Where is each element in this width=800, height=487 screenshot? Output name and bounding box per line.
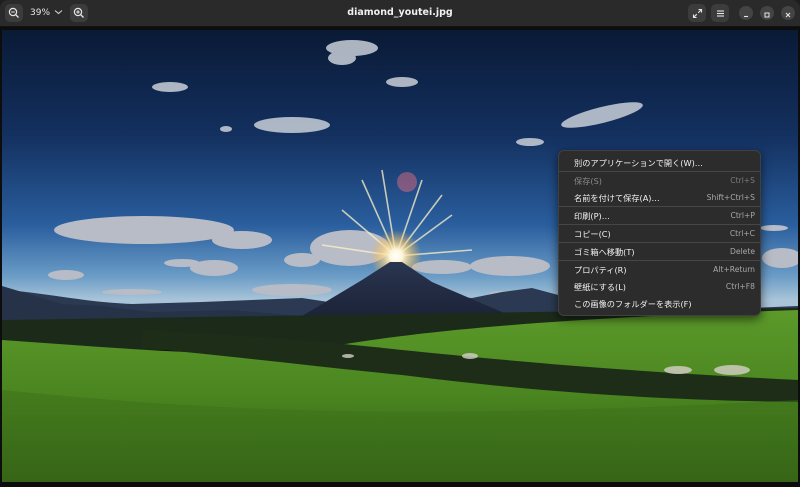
close-icon <box>784 4 792 23</box>
menu-item-show-in-folder[interactable]: この画像のフォルダーを表示(F) <box>559 295 760 312</box>
menu-item-shortcut: Delete <box>730 247 755 256</box>
menu-item-shortcut: Alt+Return <box>713 265 755 274</box>
maximize-button[interactable] <box>760 6 774 20</box>
menu-item-shortcut: Ctrl+S <box>730 176 755 185</box>
menu-item-label: ゴミ箱へ移動(T) <box>574 246 635 257</box>
menu-item-label: プロパティ(R) <box>574 264 627 275</box>
menu-item-save-as[interactable]: 名前を付けて保存(A)… Shift+Ctrl+S <box>559 189 760 206</box>
menu-item-shortcut: Shift+Ctrl+S <box>706 193 755 202</box>
fullscreen-icon <box>692 8 703 19</box>
menu-item-shortcut: Ctrl+P <box>730 211 755 220</box>
menu-item-open-with[interactable]: 別のアプリケーションで開く(W)… <box>559 154 760 171</box>
minimize-button[interactable] <box>739 6 753 20</box>
image-viewer-window: 39% diamond_youtei.jpg 別のアプリケーションで開く(W)…… <box>0 0 800 487</box>
menu-item-properties[interactable]: プロパティ(R) Alt+Return <box>559 261 760 278</box>
close-button[interactable] <box>781 6 795 20</box>
context-menu: 別のアプリケーションで開く(W)… 保存(S) Ctrl+S 名前を付けて保存(… <box>558 150 761 316</box>
menu-item-label: 印刷(P)… <box>574 210 610 221</box>
menu-item-save[interactable]: 保存(S) Ctrl+S <box>559 172 760 189</box>
menu-item-label: 壁紙にする(L) <box>574 281 626 292</box>
fullscreen-button[interactable] <box>688 4 706 22</box>
menu-item-set-as-wallpaper[interactable]: 壁紙にする(L) Ctrl+F8 <box>559 278 760 295</box>
minimize-icon <box>742 4 750 23</box>
menu-item-shortcut: Ctrl+C <box>729 229 755 238</box>
menu-item-move-to-trash[interactable]: ゴミ箱へ移動(T) Delete <box>559 243 760 260</box>
menu-item-label: 別のアプリケーションで開く(W)… <box>574 157 703 168</box>
window-title: diamond_youtei.jpg <box>347 7 453 18</box>
menu-item-label: 名前を付けて保存(A)… <box>574 192 660 203</box>
menu-item-shortcut: Ctrl+F8 <box>725 282 755 291</box>
menu-item-copy[interactable]: コピー(C) Ctrl+C <box>559 225 760 242</box>
menu-item-label: 保存(S) <box>574 175 602 186</box>
bottom-edge <box>0 483 800 487</box>
menu-item-print[interactable]: 印刷(P)… Ctrl+P <box>559 207 760 224</box>
menu-item-label: コピー(C) <box>574 228 611 239</box>
maximize-icon <box>763 4 771 23</box>
header-bar: 39% diamond_youtei.jpg <box>0 0 800 27</box>
hamburger-menu-icon <box>715 8 726 19</box>
menu-item-label: この画像のフォルダーを表示(F) <box>574 298 692 309</box>
main-menu-button[interactable] <box>711 4 729 22</box>
